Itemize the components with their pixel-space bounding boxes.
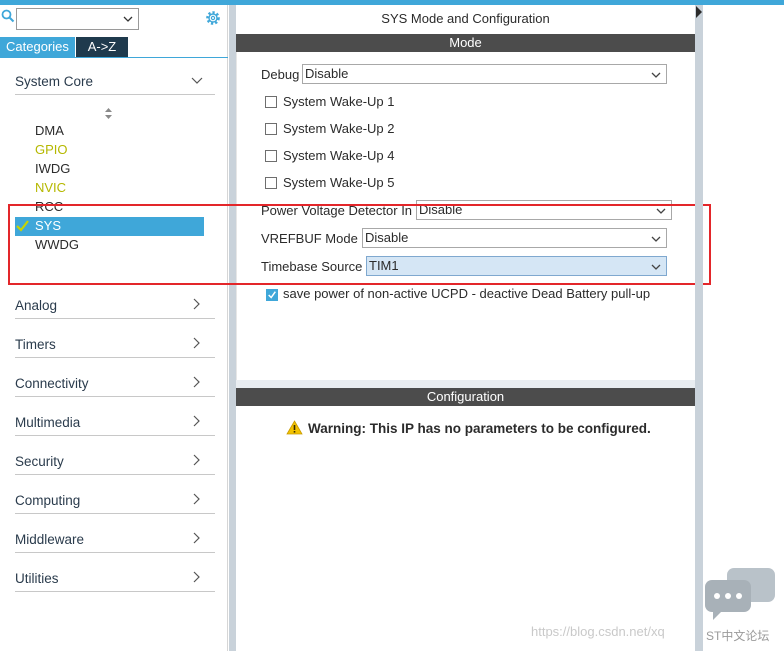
category-computing[interactable]: Computing xyxy=(15,490,215,514)
search-combo[interactable] xyxy=(16,8,139,30)
search-icon[interactable] xyxy=(1,9,15,23)
chevron-down-icon xyxy=(651,72,661,78)
configuration-section-header: Configuration xyxy=(236,388,695,406)
chevron-right-icon xyxy=(193,571,200,583)
category-connectivity[interactable]: Connectivity xyxy=(15,373,215,397)
category-label: Analog xyxy=(15,298,58,313)
mode-section-header: Mode xyxy=(236,34,695,52)
list-item-iwdg[interactable]: IWDG xyxy=(35,159,70,178)
collapse-arrow-icon[interactable] xyxy=(696,6,702,18)
warning-icon xyxy=(286,420,303,435)
chevron-right-icon xyxy=(193,532,200,544)
tab-categories[interactable]: Categories xyxy=(0,37,75,57)
chevron-down-icon xyxy=(191,77,203,84)
list-item-gpio[interactable]: GPIO xyxy=(35,140,68,159)
list-item-nvic[interactable]: NVIC xyxy=(35,178,66,197)
wakeup-2-label: System Wake-Up 2 xyxy=(283,121,395,136)
gear-icon[interactable] xyxy=(204,9,222,27)
tab-a-to-z[interactable]: A->Z xyxy=(76,37,128,57)
view-tabs: Categories A->Z xyxy=(0,37,128,57)
wakeup-4-label: System Wake-Up 4 xyxy=(283,148,395,163)
watermark-url: https://blog.csdn.net/xq xyxy=(531,624,665,639)
category-label: Timers xyxy=(15,337,56,352)
category-label: Computing xyxy=(15,493,81,508)
category-label: Middleware xyxy=(15,532,85,547)
debug-select-value: Disable xyxy=(305,66,349,81)
section-divider[interactable] xyxy=(236,380,695,388)
wakeup-1-checkbox[interactable] xyxy=(265,96,277,108)
category-utilities[interactable]: Utilities xyxy=(15,568,215,592)
warning-message: Warning: This IP has no parameters to be… xyxy=(308,421,651,436)
wakeup-5-checkbox[interactable] xyxy=(265,177,277,189)
wakeup-4-checkbox[interactable] xyxy=(265,150,277,162)
category-label: Utilities xyxy=(15,571,59,586)
chevron-right-icon xyxy=(193,454,200,466)
category-multimedia[interactable]: Multimedia xyxy=(15,412,215,436)
chat-bubbles-icon xyxy=(705,568,775,620)
debug-select[interactable]: Disable xyxy=(302,64,667,84)
left-panel: Categories A->Z System Core DMA GPIO IWD… xyxy=(0,5,228,651)
debug-label: Debug xyxy=(261,67,300,82)
page-title: SYS Mode and Configuration xyxy=(381,11,550,26)
category-system-core[interactable]: System Core xyxy=(15,71,215,95)
chevron-right-icon xyxy=(193,298,200,310)
list-item-dma[interactable]: DMA xyxy=(35,121,64,140)
check-icon xyxy=(268,291,276,299)
category-label: System Core xyxy=(15,74,94,89)
category-security[interactable]: Security xyxy=(15,451,215,475)
panel-splitter[interactable] xyxy=(229,5,236,651)
sort-icon[interactable] xyxy=(104,107,113,120)
chevron-down-icon[interactable] xyxy=(122,13,134,25)
category-timers[interactable]: Timers xyxy=(15,334,215,358)
category-label: Security xyxy=(15,454,64,469)
highlight-annotation-box xyxy=(8,204,711,285)
category-label: Multimedia xyxy=(15,415,81,430)
watermark-brand: ST中文论坛 xyxy=(706,629,770,643)
right-collapse-strip[interactable] xyxy=(695,5,703,651)
ucpd-label: save power of non-active UCPD - deactive… xyxy=(283,286,651,301)
category-middleware[interactable]: Middleware xyxy=(15,529,215,553)
chevron-right-icon xyxy=(193,376,200,388)
chevron-right-icon xyxy=(193,337,200,349)
category-analog[interactable]: Analog xyxy=(15,295,215,319)
category-label: Connectivity xyxy=(15,376,89,391)
wakeup-2-checkbox[interactable] xyxy=(265,123,277,135)
configuration-section xyxy=(236,406,695,651)
wakeup-1-label: System Wake-Up 1 xyxy=(283,94,395,109)
chevron-right-icon xyxy=(193,415,200,427)
ucpd-checkbox[interactable] xyxy=(266,289,278,301)
tab-underline xyxy=(0,57,228,58)
wakeup-5-label: System Wake-Up 5 xyxy=(283,175,395,190)
chevron-right-icon xyxy=(193,493,200,505)
